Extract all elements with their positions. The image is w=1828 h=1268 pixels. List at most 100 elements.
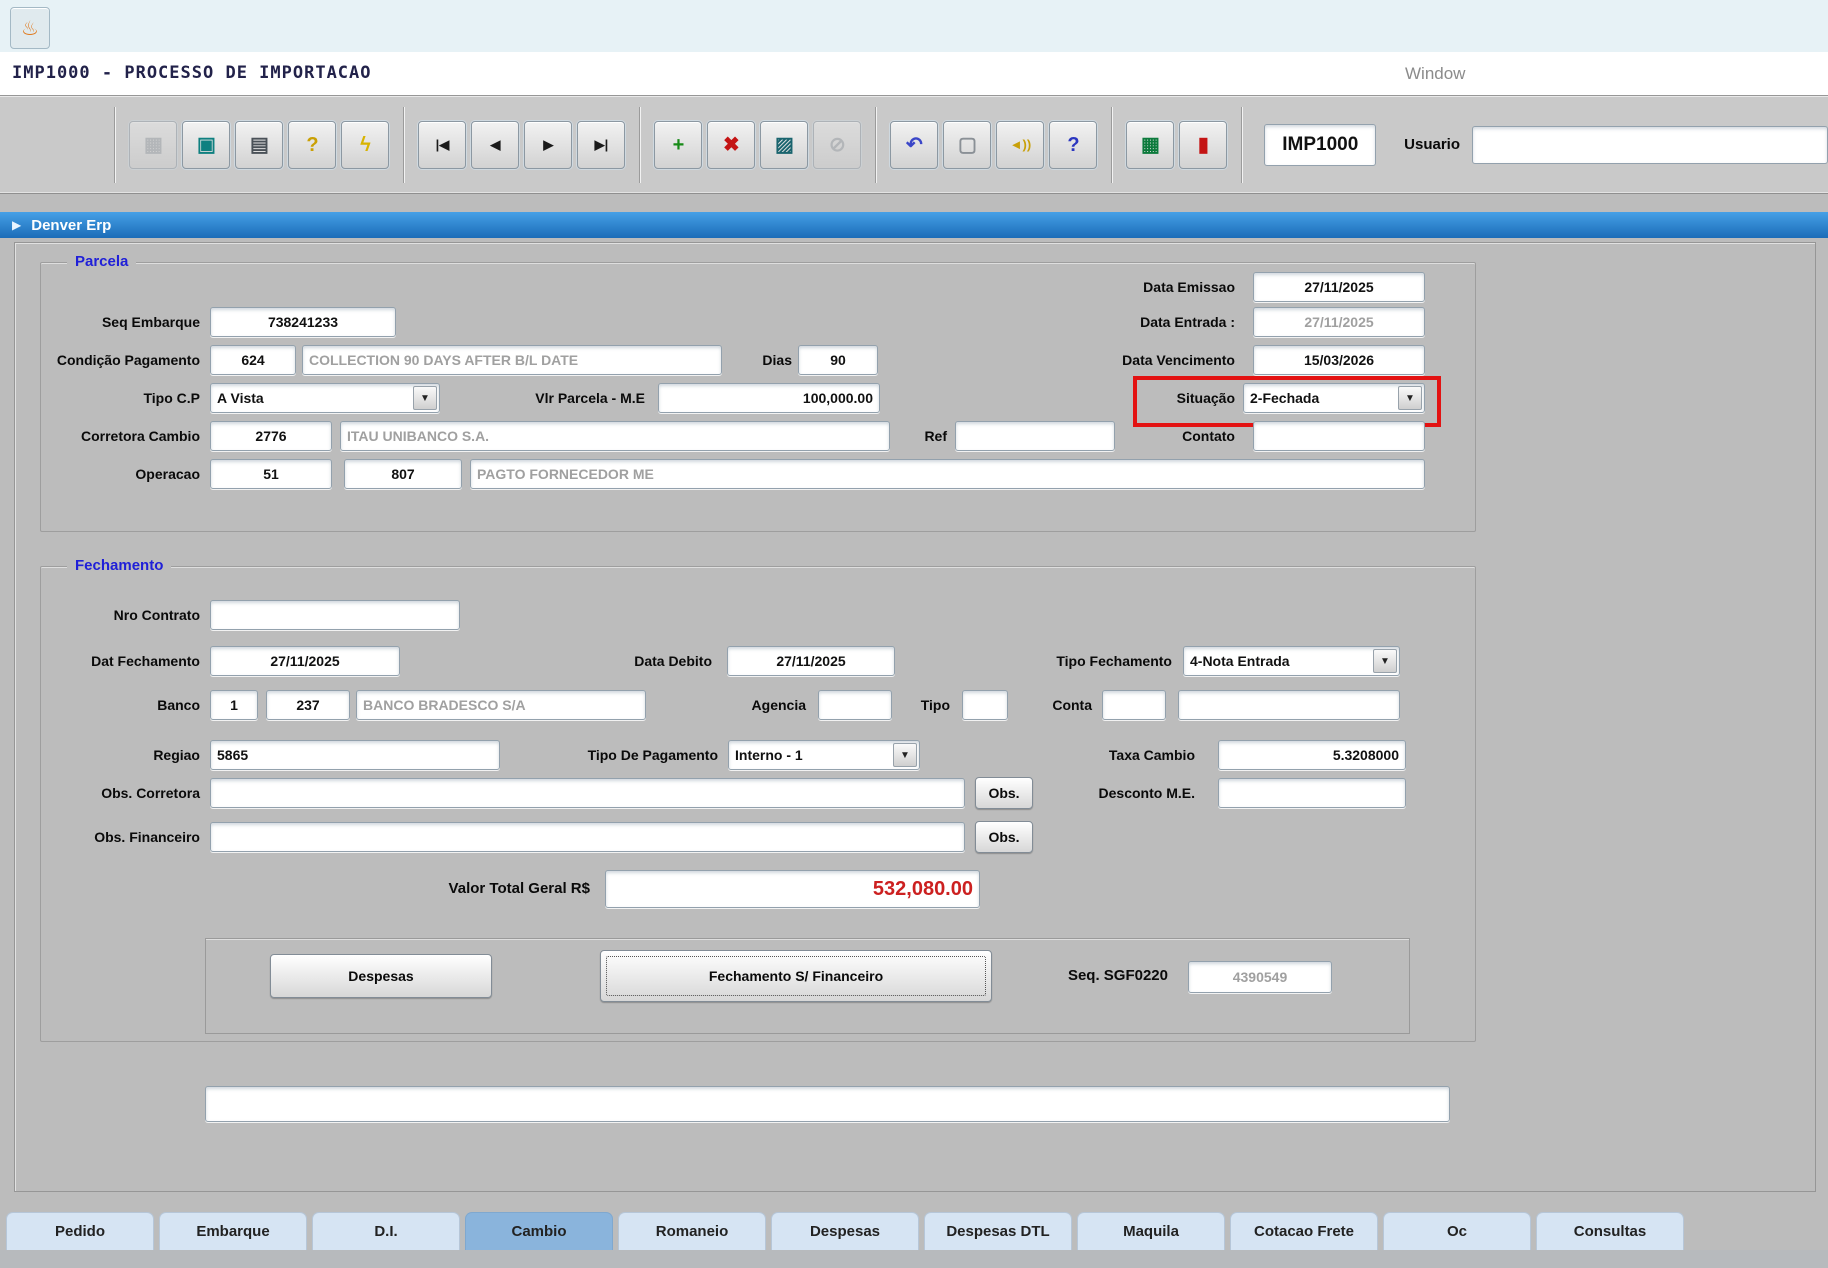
seq-embarque-field[interactable]	[210, 307, 396, 337]
despesas-button[interactable]: Despesas	[270, 954, 492, 998]
tab-cambio[interactable]: Cambio	[465, 1212, 613, 1250]
alert-button[interactable]: ◄))	[996, 120, 1045, 169]
operacao-code1-field[interactable]	[210, 459, 332, 489]
obs-financeiro-button[interactable]: Obs.	[975, 821, 1033, 853]
data-emissao-field[interactable]	[1253, 272, 1425, 302]
seq-embarque-label: Seq Embarque	[101, 314, 200, 330]
last-record-button[interactable]: ▶|	[577, 120, 626, 169]
add-record-icon: +	[672, 133, 685, 156]
edit-window-button[interactable]: ▨	[760, 120, 809, 169]
paste-icon: ▢	[957, 133, 977, 156]
banco-code2-field[interactable]	[266, 690, 350, 720]
footer-field[interactable]	[205, 1086, 1450, 1122]
conta-field-2[interactable]	[1178, 690, 1400, 720]
tab-cotacao-frete[interactable]: Cotacao Frete	[1230, 1212, 1378, 1250]
toolbar: ▦ ▣ ▤? ϟ |◀ ◀ ▶ ▶| + ✖ ▨ ⊘ ↶ ▢ ◄))? ▦ ▮ IMP1000 Usuario	[0, 95, 1828, 194]
dat-fechamento-field[interactable]	[210, 646, 400, 676]
first-record-button[interactable]: |◀	[418, 120, 467, 169]
tab-despesas[interactable]: Despesas	[771, 1212, 919, 1250]
fechamento-section-label: Fechamento	[67, 557, 172, 574]
banco-code1-field[interactable]	[210, 690, 258, 720]
operacao-code2-field[interactable]	[344, 459, 462, 489]
taxa-cambio-label: Taxa Cambio	[1108, 747, 1195, 763]
tipo-pagamento-dropdown[interactable]: Interno - 1 ▼	[728, 740, 920, 770]
screen-icon: ▣	[196, 133, 216, 156]
screen-button[interactable]: ▣	[182, 120, 231, 169]
toolbar-spacer	[0, 106, 116, 183]
obs-corretora-field[interactable]	[210, 778, 965, 808]
contato-field[interactable]	[1253, 421, 1425, 451]
title-row: IMP1000 - PROCESSO DE IMPORTACAO Window	[0, 52, 1828, 95]
tipo-fechamento-value: 4-Nota Entrada	[1190, 653, 1290, 669]
clear-button: ⊘	[813, 120, 862, 169]
lightning-button[interactable]: ϟ	[341, 120, 390, 169]
tab-romaneio[interactable]: Romaneio	[618, 1212, 766, 1250]
tipo-cp-dropdown[interactable]: A Vista ▼	[210, 383, 440, 413]
delete-record-button[interactable]: ✖	[707, 120, 756, 169]
prev-record-button[interactable]: ◀	[471, 120, 520, 169]
tipo-fechamento-dropdown[interactable]: 4-Nota Entrada ▼	[1183, 646, 1400, 676]
dias-field[interactable]	[798, 345, 878, 375]
tab-consultas[interactable]: Consultas	[1536, 1212, 1684, 1250]
tab-di[interactable]: D.I.	[312, 1212, 460, 1250]
dias-label: Dias	[762, 352, 792, 368]
last-record-icon: ▶|	[594, 137, 609, 152]
tab-pedido[interactable]: Pedido	[6, 1212, 154, 1250]
desconto-me-field[interactable]	[1218, 778, 1406, 808]
condicao-pagamento-desc-field	[302, 345, 722, 375]
agencia-field[interactable]	[818, 690, 892, 720]
tipo-pagamento-label: Tipo De Pagamento	[587, 747, 718, 763]
conta-field-1[interactable]	[1102, 690, 1166, 720]
banco-desc-field	[356, 690, 646, 720]
obs-financeiro-field[interactable]	[210, 822, 965, 852]
valor-total-field	[605, 870, 980, 908]
app-launcher-icon: ♨	[21, 17, 39, 40]
help-button[interactable]: ?	[1049, 120, 1098, 169]
seq-sgf-field	[1188, 961, 1332, 993]
tab-maquila[interactable]: Maquila	[1077, 1212, 1225, 1250]
help-locate-button[interactable]: ?	[288, 120, 337, 169]
toolbar-group: ↶ ▢ ◄))?	[876, 106, 1113, 183]
usuario-input[interactable]	[1472, 125, 1828, 164]
taxa-cambio-field[interactable]	[1218, 740, 1406, 770]
tab-embarque[interactable]: Embarque	[159, 1212, 307, 1250]
chevron-down-icon: ▼	[1398, 386, 1422, 410]
fechamento-financeiro-button[interactable]: Fechamento S/ Financeiro	[600, 950, 992, 1002]
undo-button[interactable]: ↶	[890, 120, 939, 169]
corretora-cambio-code-field[interactable]	[210, 421, 332, 451]
nro-contrato-field[interactable]	[210, 600, 460, 630]
usuario-label: Usuario	[1404, 136, 1460, 153]
data-vencimento-field[interactable]	[1253, 345, 1425, 375]
add-record-button[interactable]: +	[654, 120, 703, 169]
chevron-down-icon: ▼	[413, 386, 437, 410]
paste-button[interactable]: ▢	[943, 120, 992, 169]
top-strip: ♨	[0, 0, 1828, 52]
agencia-label: Agencia	[751, 697, 806, 713]
obs-corretora-label: Obs. Corretora	[101, 785, 200, 801]
tipo-field[interactable]	[962, 690, 1008, 720]
exit-button[interactable]: ▮	[1179, 120, 1228, 169]
tab-oc[interactable]: Oc	[1383, 1212, 1531, 1250]
situacao-dropdown[interactable]: 2-Fechada ▼	[1243, 383, 1425, 413]
contato-label: Contato	[1182, 428, 1235, 444]
operacao-desc-field	[470, 459, 1425, 489]
tab-despesas-dtl[interactable]: Despesas DTL	[924, 1212, 1072, 1250]
window-menu-item[interactable]: Window	[1405, 52, 1465, 95]
conta-label: Conta	[1052, 697, 1092, 713]
vlr-parcela-field[interactable]	[658, 383, 880, 413]
tipo-cp-label: Tipo C.P	[143, 390, 200, 406]
save-button: ▦	[129, 120, 178, 169]
regiao-field[interactable]	[210, 740, 500, 770]
print-button[interactable]: ▤	[235, 120, 284, 169]
report-menu-button[interactable]: ▦	[1126, 120, 1175, 169]
obs-corretora-button[interactable]: Obs.	[975, 777, 1033, 809]
corretora-cambio-desc-field	[340, 421, 890, 451]
tipo-cp-value: A Vista	[217, 390, 264, 406]
data-debito-field[interactable]	[727, 646, 895, 676]
data-debito-label: Data Debito	[634, 653, 712, 669]
app-launcher-button[interactable]: ♨	[10, 7, 50, 49]
condicao-pagamento-code-field[interactable]	[210, 345, 296, 375]
page-title: IMP1000 - PROCESSO DE IMPORTACAO	[12, 63, 372, 83]
next-record-button[interactable]: ▶	[524, 120, 573, 169]
operacao-label: Operacao	[135, 466, 200, 482]
